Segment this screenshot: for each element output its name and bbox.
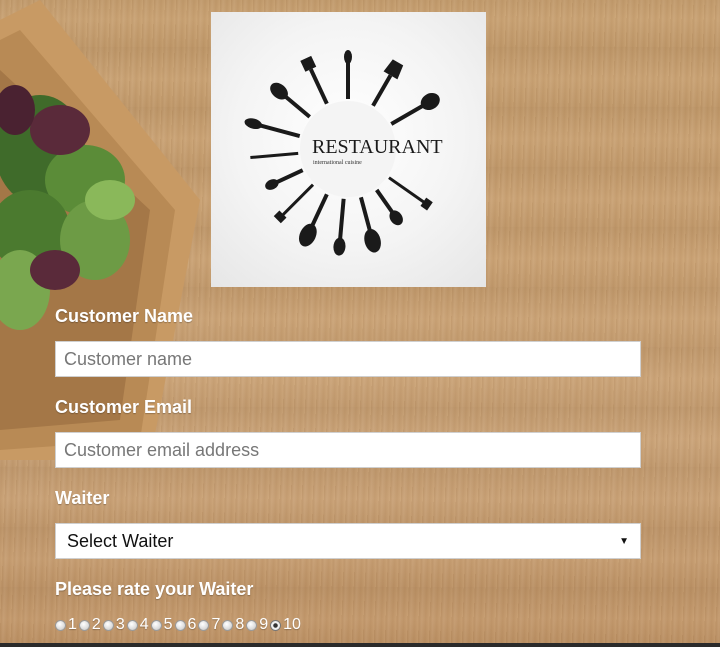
rating-radio[interactable] xyxy=(102,619,114,631)
rating-option-8[interactable]: 8 xyxy=(222,616,244,634)
customer-name-label: Customer Name xyxy=(55,306,194,326)
rating-option-4[interactable]: 4 xyxy=(126,616,149,634)
salad-box-image xyxy=(0,0,200,460)
bottom-divider xyxy=(0,643,720,647)
rating-radio[interactable] xyxy=(246,619,258,631)
waiter-select[interactable]: Select Waiter ▼ xyxy=(55,523,641,559)
restaurant-logo: RESTAURANT international cuisine xyxy=(211,12,486,287)
rating-option-label: 6 xyxy=(187,616,197,633)
rating-option-2[interactable]: 2 xyxy=(78,616,101,634)
rating-radio[interactable] xyxy=(270,619,282,631)
customer-name-input[interactable] xyxy=(55,341,641,377)
rating-option-label: 8 xyxy=(235,616,245,633)
chevron-down-icon: ▼ xyxy=(619,535,629,547)
rating-option-label: 9 xyxy=(259,616,269,633)
rating-radio[interactable] xyxy=(150,619,162,631)
rating-option-7[interactable]: 7 xyxy=(198,616,220,634)
rating-group: 1 2 3 4 5 6 7 8 9 10 xyxy=(55,616,303,634)
rating-option-label: 7 xyxy=(211,616,221,633)
logo-tagline: international cuisine xyxy=(313,160,362,166)
rating-option-3[interactable]: 3 xyxy=(102,616,125,634)
waiter-select-value: Select Waiter xyxy=(67,530,174,551)
rating-option-5[interactable]: 5 xyxy=(150,616,173,634)
rating-option-label: 1 xyxy=(68,616,77,633)
rating-radio[interactable] xyxy=(78,619,90,631)
rating-option-label: 5 xyxy=(163,616,173,633)
rating-label: Please rate your Waiter xyxy=(55,579,254,599)
rating-option-label: 4 xyxy=(139,616,149,633)
rating-radio[interactable] xyxy=(222,619,234,631)
rating-option-label: 2 xyxy=(91,616,101,633)
customer-email-input[interactable] xyxy=(55,432,641,468)
rating-radio[interactable] xyxy=(55,619,66,631)
rating-option-9[interactable]: 9 xyxy=(246,616,268,634)
rating-option-1[interactable]: 1 xyxy=(55,616,77,634)
rating-radio[interactable] xyxy=(126,619,138,631)
rating-option-6[interactable]: 6 xyxy=(174,616,197,634)
rating-option-10[interactable]: 10 xyxy=(270,616,301,634)
customer-email-label: Customer Email xyxy=(55,397,193,417)
rating-option-label: 3 xyxy=(115,616,125,633)
rating-radio[interactable] xyxy=(198,619,210,631)
waiter-label: Waiter xyxy=(55,488,110,508)
rating-radio[interactable] xyxy=(174,619,186,631)
rating-option-label: 10 xyxy=(283,616,301,633)
logo-brand: RESTAURANT xyxy=(312,136,443,158)
